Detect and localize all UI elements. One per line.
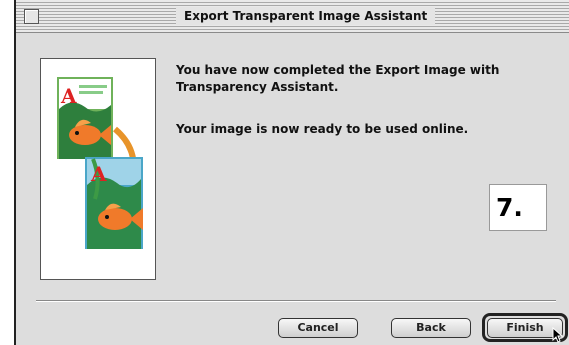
assistant-dialog: Export Transparent Image Assistant A A Y… [14, 0, 569, 345]
completion-message: You have now completed the Export Image … [176, 63, 500, 94]
svg-text:A: A [90, 162, 107, 186]
button-divider [36, 300, 556, 302]
export-illustration: A A [40, 58, 156, 280]
step-number-badge: 7. [489, 184, 547, 231]
title-bar[interactable]: Export Transparent Image Assistant [16, 0, 569, 33]
window-title: Export Transparent Image Assistant [176, 7, 436, 25]
ready-message: Your image is now ready to be used onlin… [176, 122, 469, 136]
svg-text:A: A [60, 84, 77, 108]
image-export-icon: A A [57, 77, 143, 249]
close-box[interactable] [24, 9, 39, 24]
back-button[interactable]: Back [391, 318, 471, 338]
mouse-pointer-icon [552, 327, 564, 343]
cancel-button[interactable]: Cancel [278, 318, 358, 338]
